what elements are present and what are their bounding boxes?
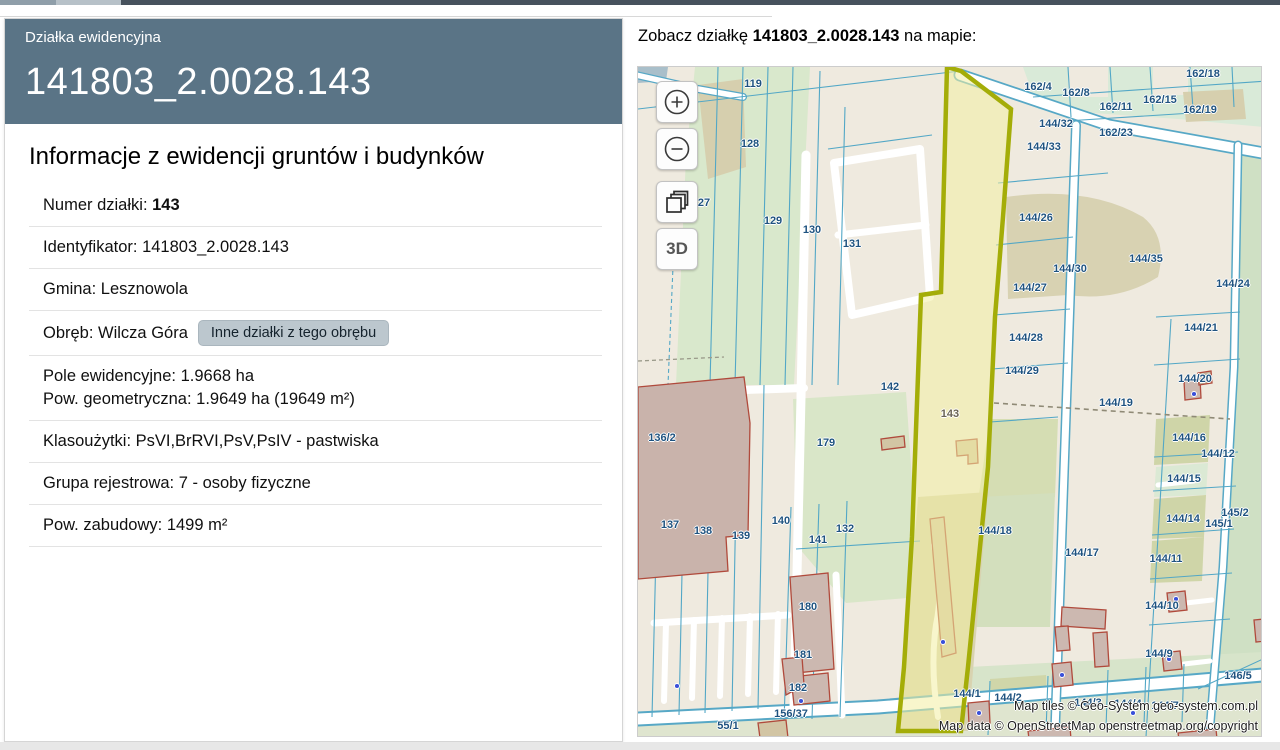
map-title-prefix: Zobacz działkę bbox=[638, 27, 753, 45]
zoom-in-icon bbox=[662, 87, 692, 117]
zoom-in-button[interactable] bbox=[656, 81, 698, 123]
map-title-parcel-id: 141803_2.0028.143 bbox=[753, 27, 900, 45]
chrome-segment bbox=[56, 0, 121, 5]
info-value: 141803_2.0028.143 bbox=[142, 238, 289, 256]
info-line: Pow. geometryczna: 1.9649 ha (19649 m²) bbox=[43, 388, 602, 411]
info-label: Pow. geometryczna: bbox=[43, 390, 196, 408]
info-label: Identyfikator: bbox=[43, 238, 142, 256]
other-parcels-button[interactable]: Inne działki z tego obrębu bbox=[198, 320, 389, 346]
info-row: Gmina: Lesznowola bbox=[29, 269, 602, 311]
info-row: Klasoużytki: PsVI,BrRVI,PsV,PsIV - pastw… bbox=[29, 421, 602, 463]
map-attribution: Map tiles © Geo-System geo-system.com.pl… bbox=[939, 697, 1258, 736]
map-title-suffix: na mapie: bbox=[899, 27, 976, 45]
info-value: 1.9649 ha (19649 m²) bbox=[196, 390, 355, 408]
info-value: Wilcza Góra bbox=[98, 324, 188, 342]
parcel-info-card: Działka ewidencyjna 141803_2.0028.143 In… bbox=[4, 18, 623, 742]
view-3d-button[interactable]: 3D bbox=[656, 228, 698, 270]
chrome-divider bbox=[0, 16, 772, 17]
zoom-out-button[interactable] bbox=[656, 128, 698, 170]
info-label: Numer działki: bbox=[43, 196, 152, 214]
info-line: Identyfikator: 141803_2.0028.143 bbox=[43, 236, 602, 259]
info-value: 7 - osoby fizyczne bbox=[179, 474, 311, 492]
chrome-segment bbox=[121, 0, 1280, 5]
info-value: PsVI,BrRVI,PsV,PsIV - pastwiska bbox=[136, 432, 379, 450]
parcel-card-body: Informacje z ewidencji gruntów i budynkó… bbox=[5, 143, 622, 547]
parcel-card-header: Działka ewidencyjna 141803_2.0028.143 bbox=[5, 19, 622, 124]
top-chrome-strip bbox=[0, 0, 1280, 5]
info-value: 1.9668 ha bbox=[181, 367, 254, 385]
info-line: Obręb: Wilcza Góra Inne działki z tego ob… bbox=[43, 320, 602, 346]
info-row: Grupa rejestrowa: 7 - osoby fizyczne bbox=[29, 463, 602, 505]
info-line: Pole ewidencyjne: 1.9668 ha bbox=[43, 365, 602, 388]
info-list: Numer działki: 143 Identyfikator: 141803_… bbox=[29, 185, 602, 547]
info-label: Pow. zabudowy: bbox=[43, 516, 167, 534]
attribution-osm[interactable]: Map data © OpenStreetMap openstreetmap.o… bbox=[939, 717, 1258, 736]
info-label: Pole ewidencyjne: bbox=[43, 367, 181, 385]
info-heading: Informacje z ewidencji gruntów i budynkó… bbox=[29, 143, 622, 171]
info-line: Numer działki: 143 bbox=[43, 194, 602, 217]
card-header-label: Działka ewidencyjna bbox=[25, 29, 602, 46]
layers-icon bbox=[662, 187, 692, 217]
info-label: Gmina: bbox=[43, 280, 101, 298]
layers-button[interactable] bbox=[656, 181, 698, 223]
map-controls: 3D bbox=[656, 81, 698, 270]
info-label: Klasoużytki: bbox=[43, 432, 136, 450]
info-value: Lesznowola bbox=[101, 280, 188, 298]
info-row: Identyfikator: 141803_2.0028.143 bbox=[29, 227, 602, 269]
info-value: 143 bbox=[152, 196, 180, 214]
info-row: Obręb: Wilcza Góra Inne działki z tego ob… bbox=[29, 311, 602, 356]
zoom-out-icon bbox=[662, 134, 692, 164]
info-line: Gmina: Lesznowola bbox=[43, 278, 602, 301]
bottom-strip bbox=[0, 742, 1280, 750]
info-line: Grupa rejestrowa: 7 - osoby fizyczne bbox=[43, 472, 602, 495]
map-canvas bbox=[638, 67, 1262, 737]
info-label: Grupa rejestrowa: bbox=[43, 474, 179, 492]
info-row: Pow. zabudowy: 1499 m² bbox=[29, 505, 602, 547]
parcel-id-title: 141803_2.0028.143 bbox=[25, 61, 602, 104]
map[interactable]: 11912827129130131142179136/2137138139140… bbox=[637, 66, 1262, 737]
map-section-title: Zobacz działkę 141803_2.0028.143 na mapi… bbox=[638, 27, 977, 46]
attribution-tiles[interactable]: Map tiles © Geo-System geo-system.com.pl bbox=[939, 697, 1258, 716]
info-value: 1499 m² bbox=[167, 516, 228, 534]
info-row: Numer działki: 143 bbox=[29, 185, 602, 227]
chrome-segment bbox=[0, 0, 56, 5]
info-line: Klasoużytki: PsVI,BrRVI,PsV,PsIV - pastw… bbox=[43, 430, 602, 453]
info-row: Pole ewidencyjne: 1.9668 haPow. geometry… bbox=[29, 356, 602, 421]
view-3d-label: 3D bbox=[666, 239, 688, 259]
info-label: Obręb: bbox=[43, 324, 98, 342]
info-line: Pow. zabudowy: 1499 m² bbox=[43, 514, 602, 537]
